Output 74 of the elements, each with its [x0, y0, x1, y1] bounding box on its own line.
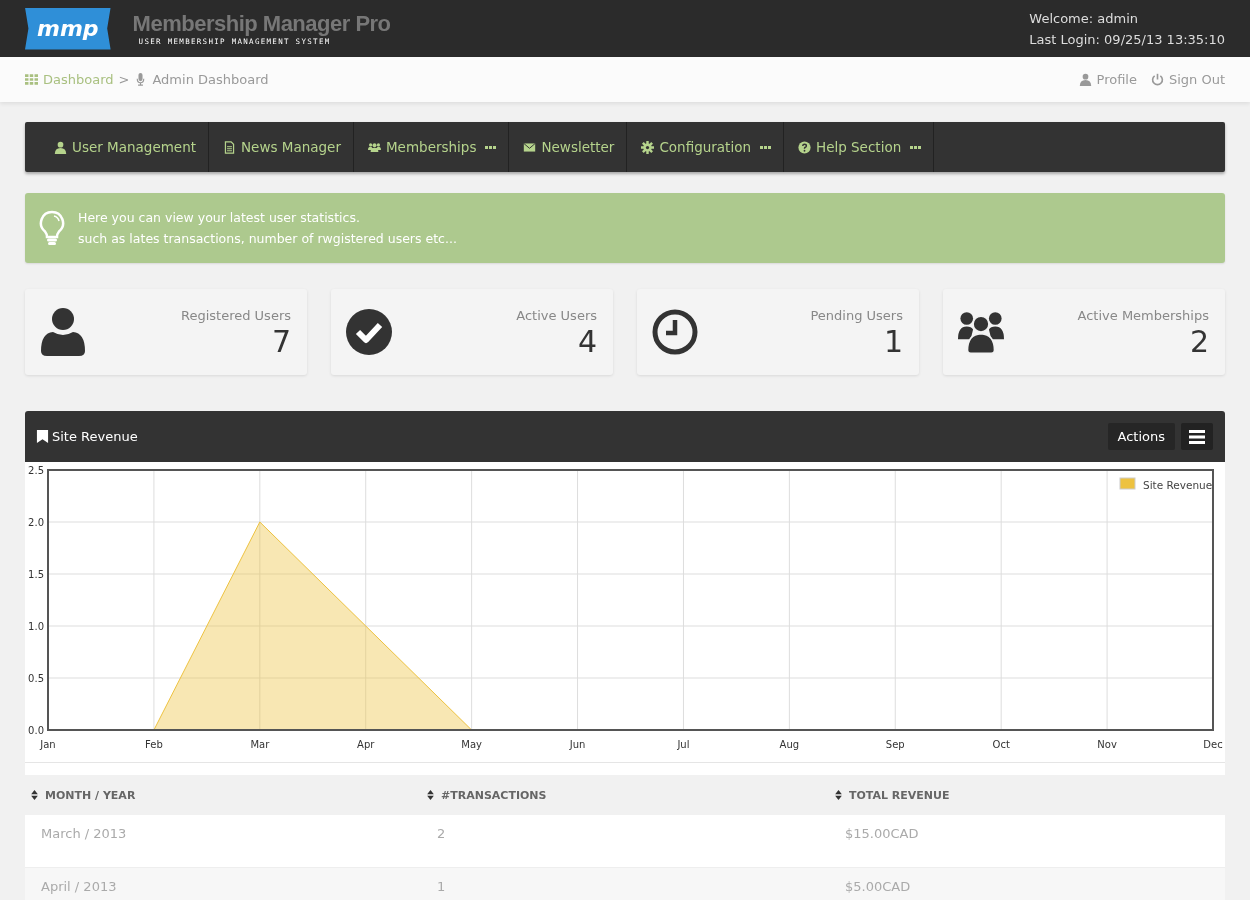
grid-icon: [25, 73, 38, 86]
user-icon: [54, 140, 67, 154]
x-axis-label: Mar: [250, 739, 270, 750]
power-icon: [1150, 73, 1164, 86]
column-header[interactable]: MONTH / YEAR: [25, 775, 421, 815]
last-login-text: Last Login: 09/25/13 13:35:10: [1029, 30, 1225, 49]
stat-label: Active Memberships: [1077, 308, 1209, 323]
menu-item[interactable]: User Management: [40, 122, 209, 172]
table-cell: 1: [421, 867, 829, 900]
document-icon: [223, 140, 236, 154]
users-icon: [367, 140, 381, 154]
envelope-icon: [523, 140, 537, 154]
x-axis-label: Jan: [40, 739, 56, 750]
stat-label: Pending Users: [810, 308, 903, 323]
breadcrumb-current: Admin Dashboard: [152, 72, 269, 87]
x-axis-label: Apr: [357, 739, 375, 750]
menu-icon: [1189, 429, 1205, 444]
menu-item[interactable]: News Manager: [209, 122, 354, 172]
legend-label: Site Revenue: [1143, 479, 1213, 491]
stat-value: 4: [576, 323, 597, 361]
user-icon: [40, 308, 86, 356]
x-axis-label: Jul: [677, 739, 690, 750]
y-axis-label: 0.5: [28, 673, 44, 684]
menu-button[interactable]: [1181, 423, 1213, 450]
y-axis-label: 0.0: [28, 725, 44, 736]
menu-item[interactable]: Configuration: [627, 122, 784, 172]
help-icon: [798, 140, 811, 154]
menu-item[interactable]: Memberships: [353, 122, 510, 172]
alert-text: Here you can view your latest user statistics.: [78, 209, 361, 227]
stat-value: 2: [1188, 323, 1209, 361]
dropdown-dots-icon: [760, 145, 771, 149]
check-circle-icon: [346, 308, 392, 356]
table-cell: March / 2013: [25, 815, 421, 867]
y-axis-label: 2.0: [28, 517, 44, 528]
x-axis-label: Sep: [885, 739, 905, 750]
stat-label: Active Users: [516, 308, 597, 323]
x-axis-label: Dec: [1203, 739, 1223, 750]
table-cell: $15.00CAD: [829, 815, 1225, 867]
x-axis-label: Jun: [569, 739, 586, 750]
y-axis-label: 1.5: [28, 569, 44, 580]
dropdown-dots-icon: [910, 145, 922, 149]
sort-icon: [31, 789, 38, 800]
x-axis-label: May: [461, 739, 482, 750]
column-header[interactable]: TOTAL REVENUE: [829, 775, 1225, 815]
panel-title: Site Revenue: [52, 429, 138, 444]
dropdown-dots-icon: [485, 145, 497, 149]
bookmark-icon: [36, 430, 49, 443]
table-cell: 2: [421, 815, 829, 867]
welcome-text: Welcome: admin: [1029, 9, 1139, 28]
y-axis-label: 1.0: [28, 621, 44, 632]
lightbulb-icon: [39, 210, 65, 246]
x-axis-label: Aug: [779, 739, 800, 750]
menu-item[interactable]: Newsletter: [509, 122, 628, 172]
table-cell: $5.00CAD: [829, 867, 1225, 900]
settings-icon: [641, 140, 655, 154]
stat-value: 1: [882, 323, 903, 361]
y-axis-label: 2.5: [28, 465, 44, 476]
sort-icon: [835, 789, 842, 800]
stat-label: Registered Users: [180, 308, 291, 323]
sort-icon: [427, 789, 434, 800]
x-axis-label: Feb: [145, 739, 163, 750]
x-axis-label: Oct: [992, 739, 1010, 750]
table-cell: April / 2013: [25, 867, 421, 900]
breadcrumb-separator: >: [118, 72, 130, 87]
column-header[interactable]: #TRANSACTIONS: [421, 775, 829, 815]
actions-button[interactable]: Actions: [1107, 423, 1175, 450]
clock-icon: [652, 308, 698, 356]
legend-swatch: [1119, 477, 1136, 490]
alert-text: such as lates transactions, number of rwgistered users etc...: [78, 230, 457, 248]
user-icon: [1078, 73, 1092, 86]
stat-value: 7: [270, 323, 291, 361]
menu-item[interactable]: Help Section: [784, 122, 935, 172]
app-title: Membership Manager Pro: [132, 11, 391, 37]
x-axis-label: Nov: [1097, 739, 1117, 750]
